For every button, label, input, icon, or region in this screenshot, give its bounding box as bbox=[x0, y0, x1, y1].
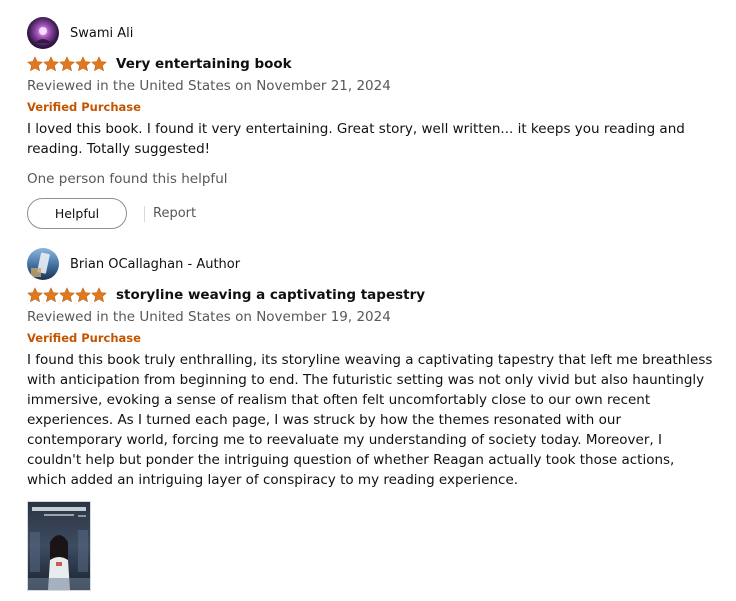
star-rating[interactable] bbox=[27, 56, 107, 72]
review-date: Reviewed in the United States on Novembe… bbox=[27, 309, 391, 325]
user-avatar-icon[interactable] bbox=[27, 248, 59, 280]
review-date: Reviewed in the United States on Novembe… bbox=[27, 78, 391, 94]
reviewer-profile[interactable]: Brian OCallaghan - Author bbox=[27, 248, 717, 280]
profile-name[interactable]: Swami Ali bbox=[70, 26, 133, 41]
review-item: Brian OCallaghan - Author storyline weav… bbox=[27, 248, 717, 591]
verified-purchase-badge: Verified Purchase bbox=[27, 100, 141, 114]
verified-purchase-badge: Verified Purchase bbox=[27, 331, 141, 345]
review-title-row: storyline weaving a captivating tapestry bbox=[27, 284, 717, 306]
profile-name[interactable]: Brian OCallaghan - Author bbox=[70, 257, 240, 272]
review-title[interactable]: Very entertaining book bbox=[116, 56, 292, 72]
five-stars-icon bbox=[27, 287, 107, 303]
review-actions: Helpful Report bbox=[27, 198, 717, 229]
helpful-count: One person found this helpful bbox=[27, 171, 228, 187]
book-cover-image[interactable] bbox=[27, 501, 91, 591]
user-avatar-icon[interactable] bbox=[27, 17, 59, 49]
review-body: I found this book truly enthralling, its… bbox=[27, 352, 713, 488]
report-link[interactable]: Report bbox=[153, 206, 196, 221]
review-body: I loved this book. I found it very enter… bbox=[27, 121, 685, 157]
review-title[interactable]: storyline weaving a captivating tapestry bbox=[116, 287, 425, 303]
star-rating[interactable] bbox=[27, 287, 107, 303]
review-item: Swami Ali Very entertaining book Reviewe… bbox=[27, 17, 717, 229]
five-stars-icon bbox=[27, 56, 107, 72]
review-title-row: Very entertaining book bbox=[27, 53, 717, 75]
reviewer-profile[interactable]: Swami Ali bbox=[27, 17, 717, 49]
reviews-page: Swami Ali Very entertaining book Reviewe… bbox=[0, 0, 736, 601]
action-divider bbox=[144, 205, 145, 222]
helpful-button[interactable]: Helpful bbox=[27, 198, 127, 229]
